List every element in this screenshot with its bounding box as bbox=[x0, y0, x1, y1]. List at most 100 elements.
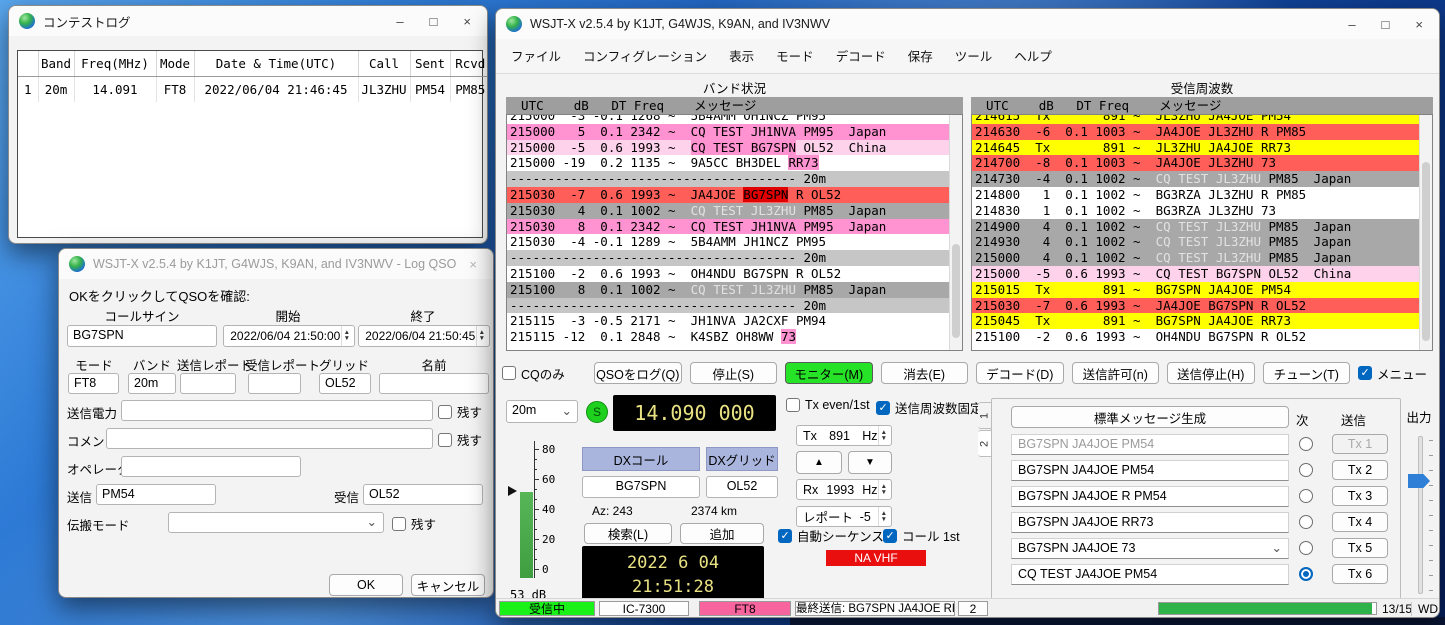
tx-message-field-3[interactable]: BG7SPN JA4JOE R PM54 bbox=[1011, 486, 1289, 507]
name-field[interactable] bbox=[379, 373, 489, 394]
halt-tx-button[interactable]: 送信停止(H) bbox=[1167, 362, 1255, 384]
minimize-icon[interactable]: – bbox=[1348, 18, 1355, 31]
maximize-icon[interactable]: □ bbox=[430, 15, 438, 28]
send-tx6-button[interactable]: Tx 6 bbox=[1332, 564, 1388, 584]
decode-row[interactable]: 215100 -2 0.6 1993 ~ OH4NDU BG7SPN R OL5… bbox=[507, 265, 962, 282]
contest-log-table[interactable]: Band Freq(MHz) Mode Date & Time(UTC) Call Sen… bbox=[17, 50, 487, 238]
decode-row[interactable]: 215100 -2 0.6 1993 ~ OH4NDU BG7SPN R OL5… bbox=[972, 329, 1432, 345]
log-qso-button[interactable]: QSOをログ(Q) bbox=[594, 362, 682, 384]
contest-log-titlebar[interactable]: コンテストログ – □ × bbox=[9, 6, 487, 36]
stop-button[interactable]: 停止(S) bbox=[689, 362, 777, 384]
close-icon[interactable]: × bbox=[463, 15, 471, 28]
send-tx5-button[interactable]: Tx 5 bbox=[1332, 538, 1388, 558]
decode-row[interactable]: 215045 Tx 891 ~ BG7SPN JA4JOE RR73 bbox=[972, 313, 1432, 330]
decode-row[interactable]: 215000 -19 0.2 1135 ~ 9A5CC BH3DEL RR73 bbox=[507, 155, 962, 172]
decode-row[interactable]: 215100 8 0.1 1002 ~ CQ TEST JL3ZHU PM85 … bbox=[507, 281, 962, 298]
decode-row[interactable]: 214930 4 0.1 1002 ~ CQ TEST JL3ZHU PM85 … bbox=[972, 234, 1432, 251]
tx-even-checkbox[interactable]: Tx even/1st bbox=[786, 398, 870, 412]
decode-row[interactable]: 215000 -3 -0.1 1268 ~ 5B4AMM OH1NCZ PM95 bbox=[507, 115, 962, 124]
message-tab-2[interactable]: 2 bbox=[978, 430, 992, 457]
frequency-display[interactable]: 14.090 000 bbox=[613, 395, 776, 431]
band-select[interactable]: 20m ⌄ bbox=[506, 400, 578, 423]
tx-message-field-6[interactable]: CQ TEST JA4JOE PM54 bbox=[1011, 564, 1289, 585]
prop-mode-select[interactable]: ⌄ bbox=[168, 512, 384, 533]
main-titlebar[interactable]: WSJT-X v2.5.4 by K1JT, G4WJS, K9AN, and … bbox=[496, 9, 1439, 39]
rx-frequency-panel[interactable]: 214615 Tx 891 ~ JL3ZHU JA4JOE PM54 214630… bbox=[971, 114, 1433, 351]
decode-row[interactable]: 214645 Tx 891 ~ JL3ZHU JA4JOE RR73 bbox=[972, 139, 1432, 156]
decode-row[interactable]: 214900 4 0.1 1002 ~ CQ TEST JL3ZHU PM85 … bbox=[972, 218, 1432, 235]
rx-freq-spinner[interactable]: Rx 1993 Hz ▲ ▼ bbox=[796, 479, 892, 500]
cq-only-checkbox[interactable]: CQのみ bbox=[502, 364, 586, 383]
menu-mode[interactable]: モード bbox=[767, 43, 823, 68]
decode-row[interactable]: 215030 -4 -0.1 1289 ~ 5B4AMM JH1NCZ PM95 bbox=[507, 234, 962, 251]
tx-freq-spinner[interactable]: Tx 891 Hz ▲ ▼ bbox=[796, 425, 892, 446]
end-time-field[interactable]: 2022/06/04 21:50:45 ▲ ▼ bbox=[358, 325, 490, 347]
retain-prop-checkbox[interactable]: 残す bbox=[392, 514, 436, 533]
send-tx1-button[interactable]: Tx 1 bbox=[1332, 434, 1388, 454]
auto-seq-checkbox[interactable]: 自動シーケンス bbox=[778, 526, 884, 545]
decode-row[interactable]: 215115 -12 0.1 2848 ~ K4SBZ OH8WW 73 bbox=[507, 329, 962, 345]
maximize-icon[interactable]: □ bbox=[1382, 18, 1390, 31]
callsign-field[interactable]: BG7SPN bbox=[67, 325, 217, 347]
menu-save[interactable]: 保存 bbox=[899, 43, 942, 68]
generate-messages-button[interactable]: 標準メッセージ生成 bbox=[1011, 406, 1289, 428]
send-tx4-button[interactable]: Tx 4 bbox=[1332, 512, 1388, 532]
decode-row[interactable]: 215000 -5 0.6 1993 ~ CQ TEST BG7SPN OL52… bbox=[972, 265, 1432, 282]
tune-button[interactable]: チューン(T) bbox=[1262, 362, 1350, 384]
output-slider-handle[interactable] bbox=[1408, 474, 1430, 488]
next-radio-tx2[interactable] bbox=[1299, 463, 1313, 477]
send-tx2-button[interactable]: Tx 2 bbox=[1332, 460, 1388, 480]
operator-field[interactable] bbox=[121, 456, 301, 477]
add-button[interactable]: 追加 bbox=[680, 523, 764, 544]
lookup-button[interactable]: 検索(L) bbox=[584, 523, 672, 544]
menu-checkbox[interactable]: メニュー bbox=[1358, 364, 1434, 383]
grid-field[interactable]: OL52 bbox=[319, 373, 371, 394]
tx-report-field[interactable] bbox=[180, 373, 236, 394]
band-field[interactable]: 20m bbox=[128, 373, 176, 394]
close-icon[interactable]: × bbox=[469, 258, 477, 271]
decode-row[interactable]: 214700 -8 0.1 1003 ~ JA4JOE JL3ZHU 73 bbox=[972, 155, 1432, 172]
tx-power-field[interactable] bbox=[121, 400, 433, 421]
next-radio-tx3[interactable] bbox=[1299, 489, 1313, 503]
decode-row[interactable]: 214615 Tx 891 ~ JL3ZHU JA4JOE PM54 bbox=[972, 115, 1432, 124]
tx-message-field-1[interactable]: BG7SPN JA4JOE PM54 bbox=[1011, 434, 1289, 455]
decode-row[interactable]: 215015 Tx 891 ~ BG7SPN JA4JOE PM54 bbox=[972, 281, 1432, 298]
decode-button[interactable]: デコード(D) bbox=[976, 362, 1064, 384]
minimize-icon[interactable]: – bbox=[396, 15, 403, 28]
rx-report-field[interactable] bbox=[248, 373, 301, 394]
call-first-checkbox[interactable]: コール 1st bbox=[883, 526, 960, 545]
decode-row[interactable]: 215030 -7 0.6 1993 ~ JA4JOE BG7SPN R OL5… bbox=[507, 186, 962, 203]
ok-button[interactable]: OK bbox=[329, 574, 403, 596]
output-slider-track[interactable] bbox=[1418, 436, 1423, 594]
menu-decode[interactable]: デコード bbox=[827, 43, 895, 68]
rx-frequency-scrollbar[interactable] bbox=[1419, 115, 1432, 350]
message-tab-1[interactable]: 1 bbox=[978, 402, 992, 429]
retain-comment-checkbox[interactable]: 残す bbox=[438, 430, 482, 449]
decode-row[interactable]: 215000 4 0.1 1002 ~ CQ TEST JL3ZHU PM85 … bbox=[972, 250, 1432, 266]
decode-row[interactable]: 215000 -5 0.6 1993 ~ CQ TEST BG7SPN OL52… bbox=[507, 139, 962, 156]
tx-freq-down-button[interactable]: ▼ bbox=[848, 451, 892, 474]
dx-grid-field[interactable]: OL52 bbox=[706, 476, 778, 498]
close-icon[interactable]: × bbox=[1415, 18, 1423, 31]
menu-file[interactable]: ファイル bbox=[502, 43, 570, 68]
log-qso-titlebar[interactable]: WSJT-X v2.5.4 by K1JT, G4WJS, K9AN, and … bbox=[59, 249, 493, 279]
comment-field[interactable] bbox=[106, 428, 433, 449]
monitor-button[interactable]: モニター(M) bbox=[785, 362, 873, 384]
decode-row[interactable]: 214630 -6 0.1 1003 ~ JA4JOE JL3ZHU R PM8… bbox=[972, 123, 1432, 140]
report-spinner[interactable]: レポート -5 ▲ ▼ bbox=[796, 506, 892, 527]
decode-row[interactable]: 215030 -7 0.6 1993 ~ JA4JOE BG7SPN R OL5… bbox=[972, 297, 1432, 314]
erase-button[interactable]: 消去(E) bbox=[880, 362, 968, 384]
menu-help[interactable]: ヘルプ bbox=[1005, 43, 1061, 68]
decode-row[interactable]: 214800 1 0.1 1002 ~ BG3RZA JL3ZHU R PM85 bbox=[972, 186, 1432, 203]
menu-view[interactable]: 表示 bbox=[720, 43, 763, 68]
decode-row[interactable]: 215030 8 0.1 2342 ~ CQ TEST JH1NVA PM95 … bbox=[507, 218, 962, 235]
decode-row[interactable]: 214830 1 0.1 1002 ~ BG3RZA JL3ZHU 73 bbox=[972, 202, 1432, 219]
dx-call-field[interactable]: BG7SPN bbox=[582, 476, 700, 498]
band-activity-scrollbar[interactable] bbox=[949, 115, 962, 350]
tx-message-field-2[interactable]: BG7SPN JA4JOE PM54 bbox=[1011, 460, 1289, 481]
tx-message-field-5[interactable]: BG7SPN JA4JOE 73 ⌄ bbox=[1011, 538, 1289, 559]
next-radio-tx5[interactable] bbox=[1299, 541, 1313, 555]
next-radio-tx4[interactable] bbox=[1299, 515, 1313, 529]
decode-row[interactable]: 215030 4 0.1 1002 ~ CQ TEST JL3ZHU PM85 … bbox=[507, 202, 962, 219]
menu-configuration[interactable]: コンフィグレーション bbox=[574, 43, 716, 68]
